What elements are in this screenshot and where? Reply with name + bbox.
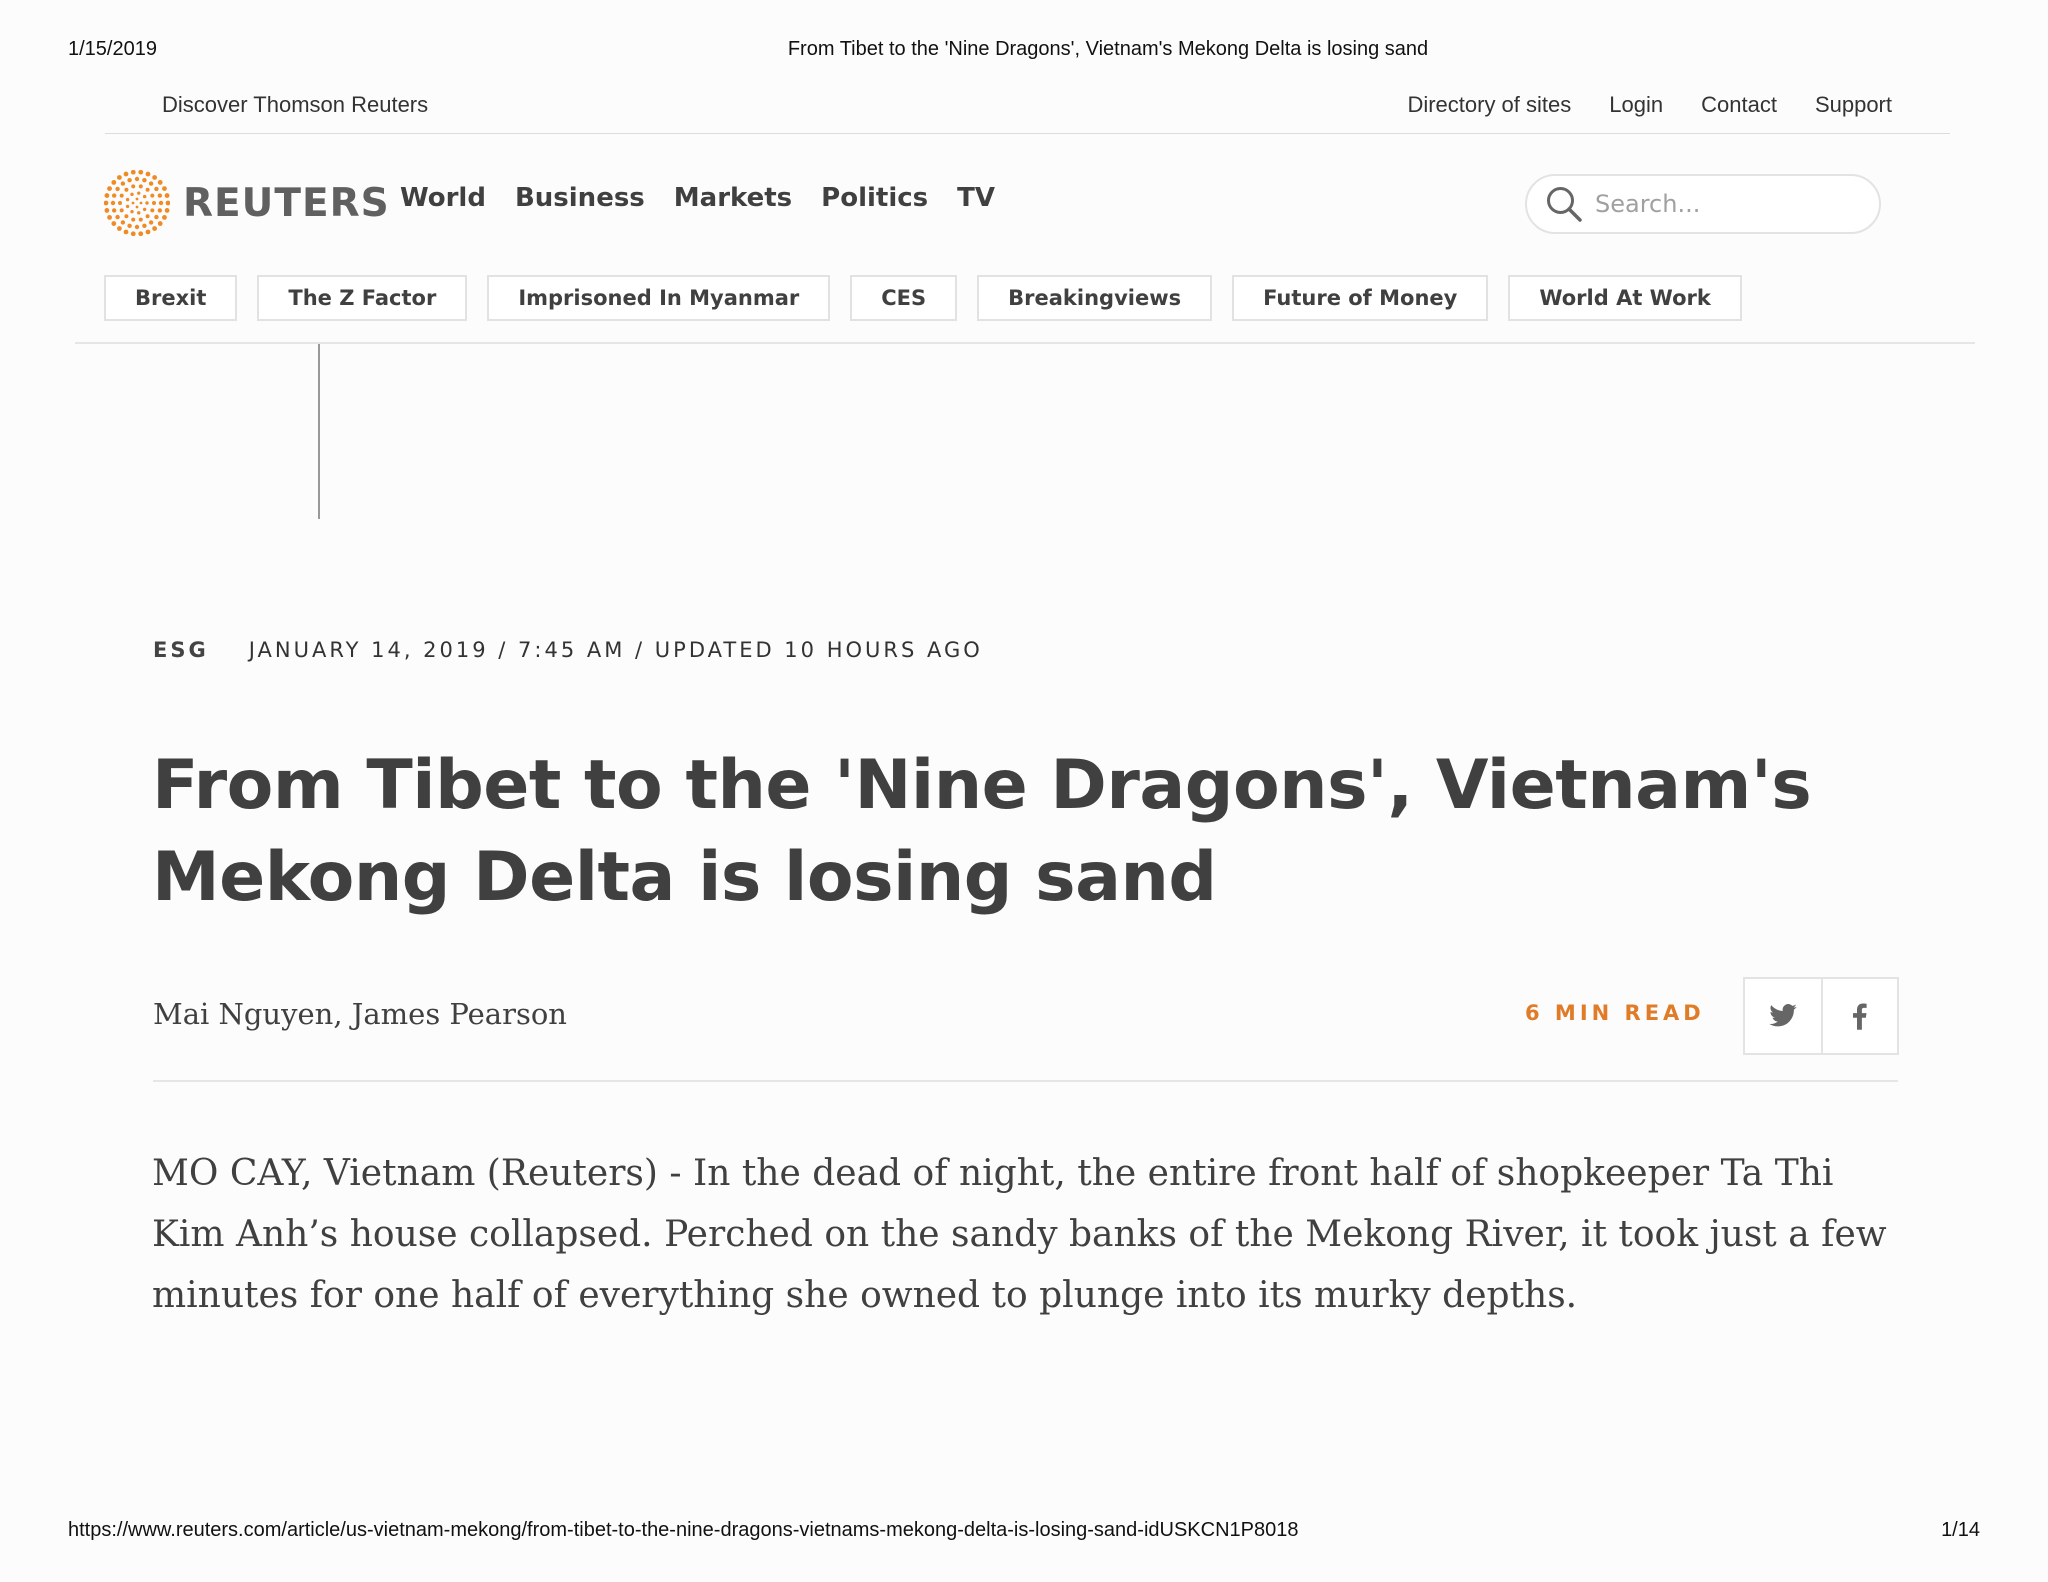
topic-the-z-factor[interactable]: The Z Factor — [257, 275, 468, 321]
trending-topics: Brexit The Z Factor Imprisoned In Myanma… — [104, 275, 1742, 321]
ad-placeholder-line — [318, 344, 320, 519]
main-nav: World Business Markets Politics TV — [400, 183, 995, 213]
login-link[interactable]: Login — [1609, 92, 1663, 118]
nav-item-tv[interactable]: TV — [957, 183, 995, 213]
search-icon[interactable] — [1545, 185, 1583, 223]
contact-link[interactable]: Contact — [1701, 92, 1777, 118]
print-url: https://www.reuters.com/article/us-vietn… — [68, 1519, 1299, 1541]
topic-brexit[interactable]: Brexit — [104, 275, 238, 321]
topic-world-at-work[interactable]: World At Work — [1508, 275, 1742, 321]
topic-future-of-money[interactable]: Future of Money — [1232, 275, 1489, 321]
topic-ces[interactable]: CES — [850, 275, 958, 321]
search-input[interactable] — [1595, 190, 1855, 218]
byline-row: Mai Nguyen, James Pearson 6 MIN READ — [153, 977, 1899, 1082]
print-title: From Tibet to the 'Nine Dragons', Vietna… — [787, 38, 1429, 60]
byline: Mai Nguyen, James Pearson — [153, 997, 567, 1031]
article-lead-paragraph: MO CAY, Vietnam (Reuters) - In the dead … — [152, 1153, 1887, 1316]
nav-item-business[interactable]: Business — [515, 183, 645, 213]
print-header: 1/15/2019 From Tibet to the 'Nine Dragon… — [0, 38, 2048, 64]
nav-divider — [75, 342, 1975, 344]
logo-wordmark: REUTERS — [183, 180, 390, 226]
topic-imprisoned-in-myanmar[interactable]: Imprisoned In Myanmar — [487, 275, 831, 321]
utility-links: Directory of sites Login Contact Support — [1407, 92, 1892, 118]
directory-of-sites-link[interactable]: Directory of sites — [1407, 92, 1571, 118]
print-footer: https://www.reuters.com/article/us-vietn… — [0, 1519, 2048, 1545]
article-headline: From Tibet to the 'Nine Dragons', Vietna… — [152, 746, 1812, 917]
topic-breakingviews[interactable]: Breakingviews — [977, 275, 1213, 321]
article-meta: ESG JANUARY 14, 2019 / 7:45 AM / UPDATED… — [153, 638, 983, 662]
support-link[interactable]: Support — [1815, 92, 1892, 118]
facebook-icon — [1853, 1003, 1867, 1030]
read-time: 6 MIN READ — [1525, 1001, 1705, 1025]
reuters-logo[interactable]: REUTERS — [104, 168, 390, 238]
discover-thomson-reuters-link[interactable]: Discover Thomson Reuters — [162, 92, 428, 118]
nav-item-politics[interactable]: Politics — [821, 183, 928, 213]
section-label[interactable]: ESG — [153, 638, 209, 662]
reuters-dots-icon — [104, 170, 170, 236]
facebook-share-button[interactable] — [1821, 979, 1897, 1053]
share-buttons — [1743, 977, 1899, 1055]
nav-item-markets[interactable]: Markets — [674, 183, 792, 213]
search-box[interactable] — [1525, 174, 1881, 234]
nav-item-world[interactable]: World — [400, 183, 486, 213]
print-page-number: 1/14 — [1941, 1519, 1980, 1541]
twitter-share-button[interactable] — [1745, 979, 1821, 1053]
article-dateline: JANUARY 14, 2019 / 7:45 AM / UPDATED 10 … — [248, 638, 983, 662]
masthead: REUTERS World Business Markets Politics … — [104, 168, 1884, 238]
utility-bar: Discover Thomson Reuters Directory of si… — [105, 88, 1950, 134]
twitter-icon — [1769, 1004, 1797, 1027]
